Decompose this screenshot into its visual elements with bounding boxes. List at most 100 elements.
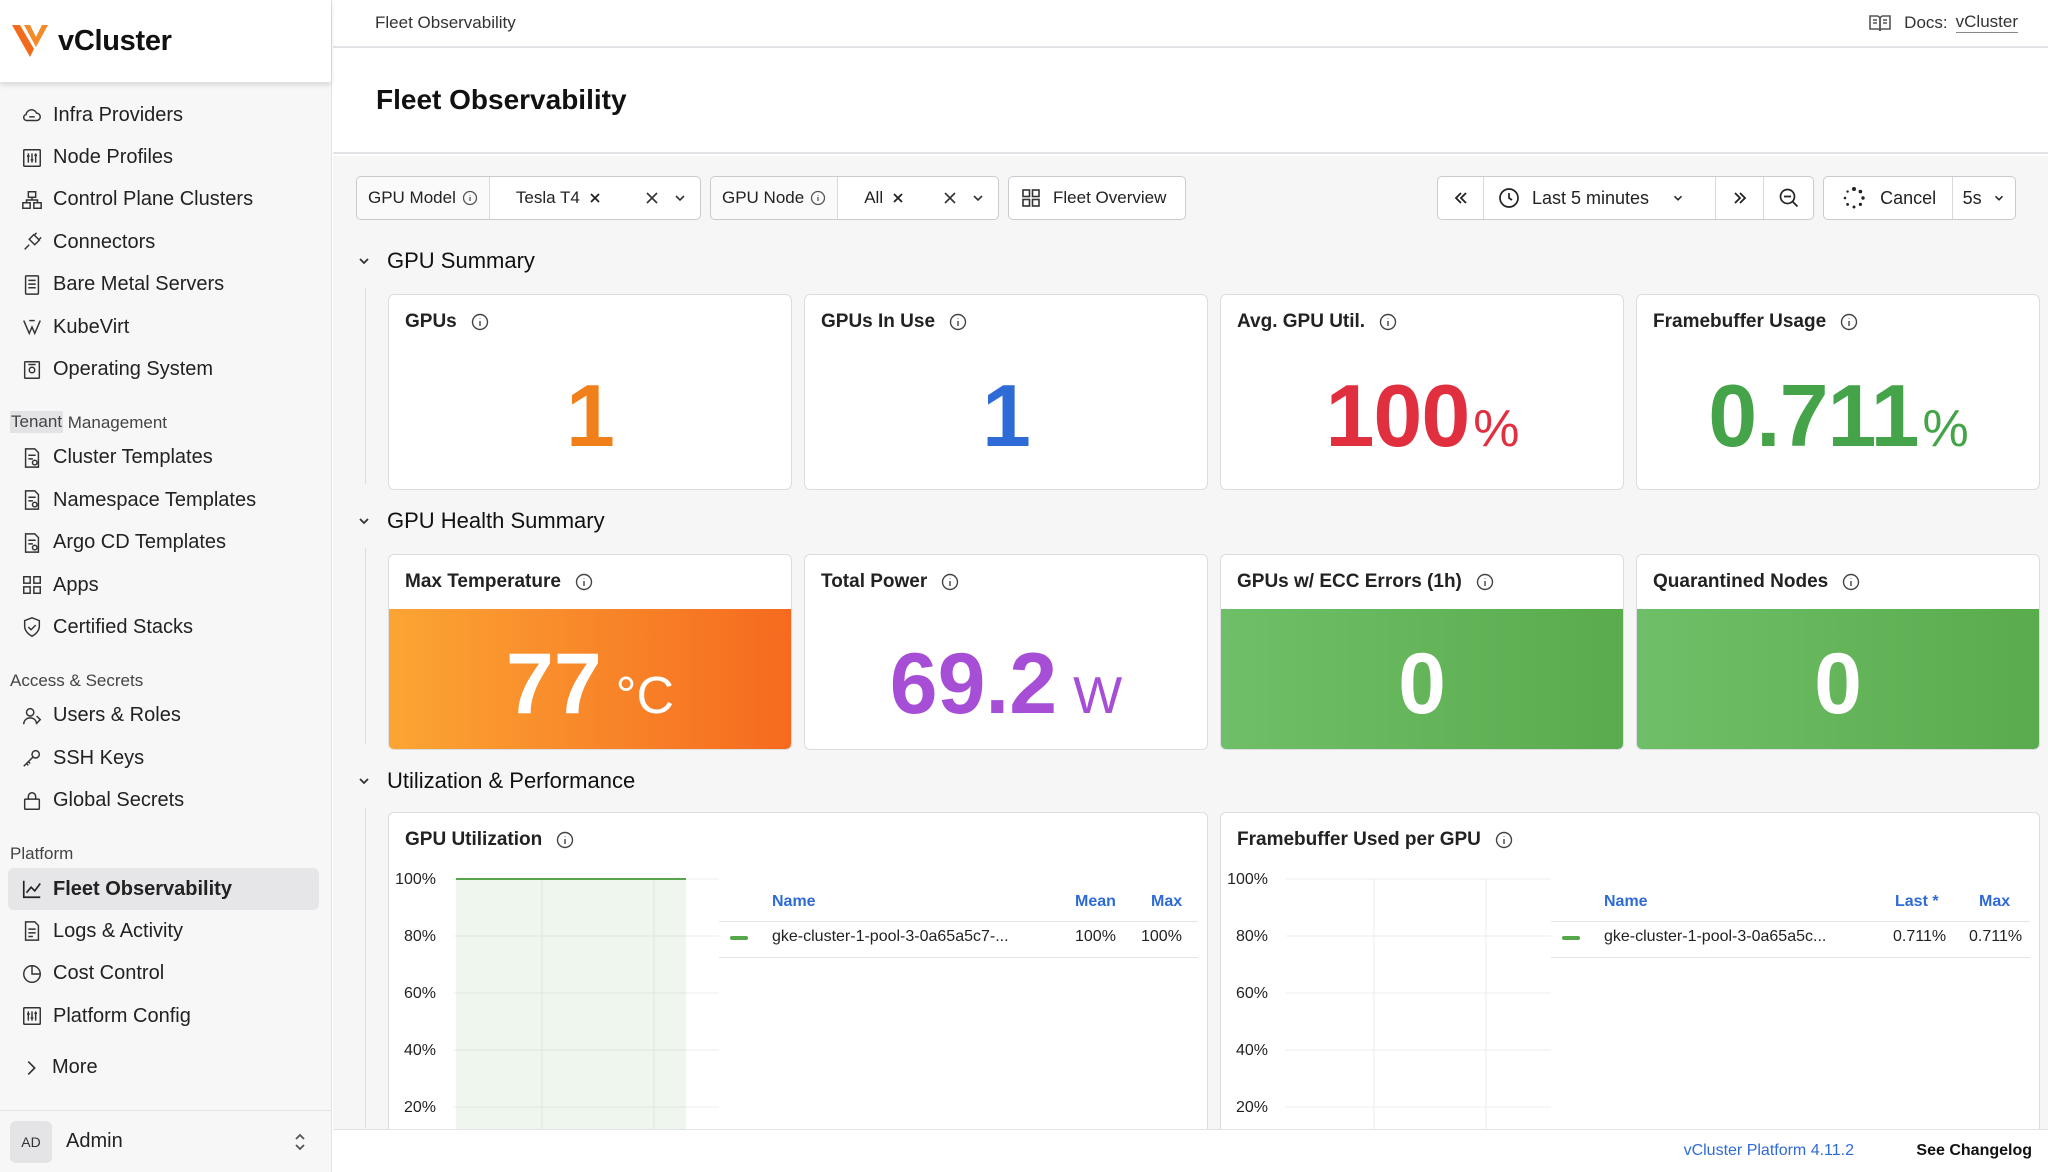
legend-col-mean[interactable]: Mean bbox=[1075, 893, 1116, 911]
fleet-overview-label: Fleet Overview bbox=[1053, 188, 1167, 207]
zoom-out-button[interactable] bbox=[1764, 177, 1813, 219]
panel-framebuffer-used[interactable]: Framebuffer Used per GPU 100% 80% 60% 40% 20… bbox=[1220, 812, 2040, 1129]
logo-bar[interactable]: vCluster bbox=[0, 0, 331, 82]
refresh-interval-picker[interactable]: 5s bbox=[1953, 177, 2015, 219]
card-title: Total Power bbox=[821, 571, 959, 593]
sidebar-item-operating-system[interactable]: Operating System bbox=[0, 348, 321, 390]
gpu-model-chip[interactable]: Tesla T4 bbox=[506, 188, 611, 208]
docs-vcluster-link[interactable]: vCluster bbox=[1955, 12, 2018, 33]
sidebar-item-control-plane-clusters[interactable]: Control Plane Clusters bbox=[0, 179, 321, 221]
chevron-down-icon[interactable] bbox=[672, 190, 688, 206]
stat-card-total-power[interactable]: Total Power 69.2 W bbox=[804, 554, 1208, 750]
section-gpu-health-toggle[interactable]: GPU Health Summary bbox=[357, 508, 605, 534]
shield-check-icon bbox=[20, 615, 44, 639]
card-title-text: Quarantined Nodes bbox=[1653, 571, 1829, 592]
page-title: Fleet Observability bbox=[376, 84, 627, 115]
card-title-text: GPUs w/ ECC Errors (1h) bbox=[1237, 571, 1462, 592]
sidebar-item-apps[interactable]: Apps bbox=[0, 564, 321, 606]
legend-row-name[interactable]: gke-cluster-1-pool-3-0a65a5c7-... bbox=[772, 928, 1009, 946]
y-tick-label: 40% bbox=[1236, 1042, 1268, 1059]
clear-icon[interactable] bbox=[644, 190, 660, 206]
stat-value: 1 bbox=[566, 366, 615, 465]
sidebar-item-connectors[interactable]: Connectors bbox=[0, 221, 321, 263]
gpu-node-chip[interactable]: All bbox=[854, 188, 914, 208]
sidebar-item-certified-stacks[interactable]: Certified Stacks bbox=[0, 606, 321, 648]
remove-chip-icon[interactable] bbox=[892, 192, 904, 204]
chevron-down-icon[interactable] bbox=[970, 190, 986, 206]
legend-row-max: 100% bbox=[1141, 928, 1182, 945]
fleet-overview-button[interactable]: Fleet Overview bbox=[1008, 176, 1186, 220]
top-bar: Fleet Observability Docs: vCluster bbox=[333, 0, 2048, 48]
remove-chip-icon[interactable] bbox=[589, 192, 601, 204]
cancel-button[interactable]: Cancel bbox=[1824, 177, 1954, 219]
gpu-node-value: All bbox=[864, 188, 884, 207]
info-icon[interactable] bbox=[949, 313, 967, 331]
legend-col-name[interactable]: Name bbox=[772, 893, 816, 911]
info-icon[interactable] bbox=[1379, 313, 1397, 331]
clear-icon[interactable] bbox=[942, 190, 958, 206]
sidebar-item-argo-cd-templates[interactable]: Argo CD Templates bbox=[0, 522, 321, 564]
sidebar-item-fleet-observability[interactable]: Fleet Observability bbox=[8, 867, 319, 911]
section-utilization-title: Utilization & Performance bbox=[387, 768, 636, 793]
legend-row-name[interactable]: gke-cluster-1-pool-3-0a65a5c... bbox=[1604, 928, 1826, 946]
sidebar-item-global-secrets[interactable]: Global Secrets bbox=[0, 779, 321, 821]
info-icon[interactable] bbox=[941, 573, 959, 591]
info-icon[interactable] bbox=[1842, 573, 1860, 591]
sidebar-item-cost-control[interactable]: Cost Control bbox=[0, 953, 321, 995]
gpu-model-filter[interactable]: GPU Model Tesla T4 bbox=[356, 176, 701, 220]
info-icon[interactable] bbox=[1495, 831, 1513, 849]
docs-link[interactable]: Docs: vCluster bbox=[1868, 12, 2018, 33]
legend-col-max[interactable]: Max bbox=[1979, 893, 2010, 911]
sidebar-more[interactable]: More bbox=[20, 1056, 98, 1079]
sidebar-item-label: Argo CD Templates bbox=[53, 531, 227, 554]
sidebar-item-platform-config[interactable]: Platform Config bbox=[0, 995, 321, 1037]
info-icon[interactable] bbox=[575, 573, 593, 591]
section-gpu-summary-toggle[interactable]: GPU Summary bbox=[357, 248, 535, 274]
stat-card-quarantined-nodes[interactable]: Quarantined Nodes 0 bbox=[1636, 554, 2040, 750]
card-title-text: Max Temperature bbox=[405, 571, 561, 592]
stat-card-avg-gpu-util[interactable]: Avg. GPU Util. 100% bbox=[1220, 294, 1624, 490]
stat-value: 100 bbox=[1325, 366, 1470, 465]
user-menu[interactable]: AD Admin bbox=[0, 1110, 331, 1172]
time-range-picker[interactable]: Last 5 minutes bbox=[1484, 177, 1716, 219]
section-utilization-toggle[interactable]: Utilization & Performance bbox=[357, 768, 635, 794]
sidebar-item-infra-providers[interactable]: Infra Providers bbox=[0, 94, 321, 136]
vcluster-logo-icon bbox=[12, 25, 48, 57]
shift-forward-button[interactable] bbox=[1716, 177, 1764, 219]
sidebar-item-logs-activity[interactable]: Logs & Activity bbox=[0, 910, 321, 952]
chevron-down-icon bbox=[359, 518, 369, 525]
sidebar-item-cluster-templates[interactable]: Cluster Templates bbox=[0, 437, 321, 479]
sidebar-item-users-roles[interactable]: Users & Roles bbox=[0, 695, 321, 737]
legend-divider bbox=[719, 957, 1198, 958]
y-tick-label: 80% bbox=[1236, 928, 1268, 945]
panel-gpu-utilization[interactable]: GPU Utilization 100% 80% 60% 40% 20% Name Me… bbox=[388, 812, 1208, 1129]
info-icon[interactable] bbox=[471, 313, 489, 331]
stat-card-gpus[interactable]: GPUs 1 bbox=[388, 294, 792, 490]
see-changelog-link[interactable]: See Changelog bbox=[1916, 1142, 2032, 1160]
legend-divider bbox=[1551, 957, 2030, 958]
stat-card-gpus-in-use[interactable]: GPUs In Use 1 bbox=[804, 294, 1208, 490]
sidebar-item-ssh-keys[interactable]: SSH Keys bbox=[0, 737, 321, 779]
legend-col-name[interactable]: Name bbox=[1604, 893, 1648, 911]
sidebar-item-node-profiles[interactable]: Node Profiles bbox=[0, 136, 321, 178]
sidebar-item-kubevirt[interactable]: KubeVirt bbox=[0, 306, 321, 348]
sidebar-item-label: Bare Metal Servers bbox=[53, 273, 225, 296]
platform-version[interactable]: vCluster Platform 4.11.2 bbox=[1684, 1142, 1854, 1160]
info-icon[interactable] bbox=[1840, 313, 1858, 331]
legend-col-max[interactable]: Max bbox=[1151, 893, 1182, 911]
shift-back-button[interactable] bbox=[1438, 177, 1484, 219]
sidebar-item-namespace-templates[interactable]: Namespace Templates bbox=[0, 479, 321, 521]
legend-col-last[interactable]: Last * bbox=[1895, 893, 1939, 911]
gpu-node-filter[interactable]: GPU Node All bbox=[710, 176, 999, 220]
stat-card-max-temperature[interactable]: Max Temperature 77 °C bbox=[388, 554, 792, 750]
nav: Infra Providers Node Profiles Control Pl… bbox=[0, 82, 331, 1037]
stat-card-framebuffer-usage[interactable]: Framebuffer Usage 0.711% bbox=[1636, 294, 2040, 490]
sidebar-item-label: Users & Roles bbox=[53, 704, 181, 727]
info-icon[interactable] bbox=[556, 831, 574, 849]
breadcrumb[interactable]: Fleet Observability bbox=[375, 13, 516, 33]
card-title: Framebuffer Usage bbox=[1653, 311, 1858, 333]
stat-value: 77 bbox=[505, 636, 602, 732]
sidebar-item-bare-metal-servers[interactable]: Bare Metal Servers bbox=[0, 264, 321, 306]
stat-card-ecc-errors[interactable]: GPUs w/ ECC Errors (1h) 0 bbox=[1220, 554, 1624, 750]
info-icon[interactable] bbox=[1476, 573, 1494, 591]
